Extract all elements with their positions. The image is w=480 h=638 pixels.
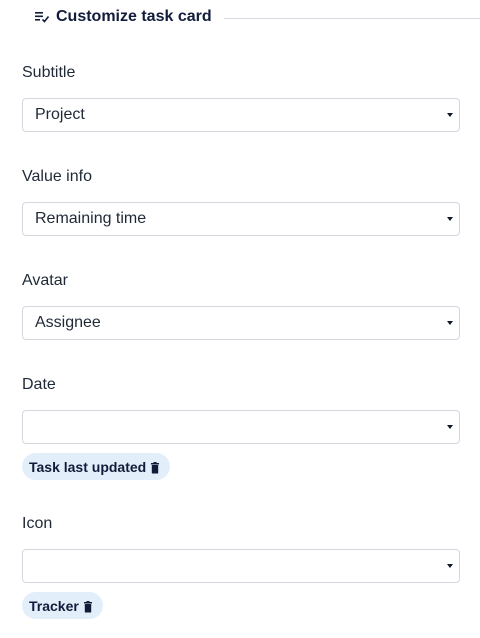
avatar-select-value: Assignee bbox=[35, 314, 101, 331]
chevron-down-icon bbox=[447, 217, 453, 221]
icon-label: Icon bbox=[22, 515, 53, 532]
avatar-label: Avatar bbox=[22, 272, 68, 289]
section-header: Customize task card bbox=[34, 5, 480, 29]
date-select[interactable] bbox=[22, 410, 460, 444]
trash-icon[interactable] bbox=[150, 461, 160, 473]
icon-chip: Tracker bbox=[22, 592, 103, 619]
list-check-icon bbox=[34, 10, 50, 24]
chevron-down-icon bbox=[447, 321, 453, 325]
value-info-select-value: Remaining time bbox=[35, 210, 147, 227]
value-info-select[interactable]: Remaining time bbox=[22, 202, 460, 236]
value-info-label: Value info bbox=[22, 168, 92, 185]
chevron-down-icon bbox=[447, 564, 453, 568]
chevron-down-icon bbox=[447, 425, 453, 429]
trash-icon[interactable] bbox=[83, 600, 93, 612]
avatar-select[interactable]: Assignee bbox=[22, 306, 460, 340]
icon-select[interactable] bbox=[22, 549, 460, 583]
icon-chip-label: Tracker bbox=[29, 597, 79, 614]
header-divider bbox=[223, 17, 480, 19]
section-title: Customize task card bbox=[56, 8, 212, 25]
chevron-down-icon bbox=[447, 113, 453, 117]
subtitle-select-value: Project bbox=[35, 106, 85, 123]
date-chip-label: Task last updated bbox=[29, 458, 147, 475]
date-chip: Task last updated bbox=[22, 453, 171, 480]
subtitle-select[interactable]: Project bbox=[22, 98, 460, 132]
customize-task-card-panel: Customize task card Subtitle Project Val… bbox=[0, 0, 480, 638]
date-label: Date bbox=[22, 376, 56, 393]
subtitle-label: Subtitle bbox=[22, 64, 76, 81]
